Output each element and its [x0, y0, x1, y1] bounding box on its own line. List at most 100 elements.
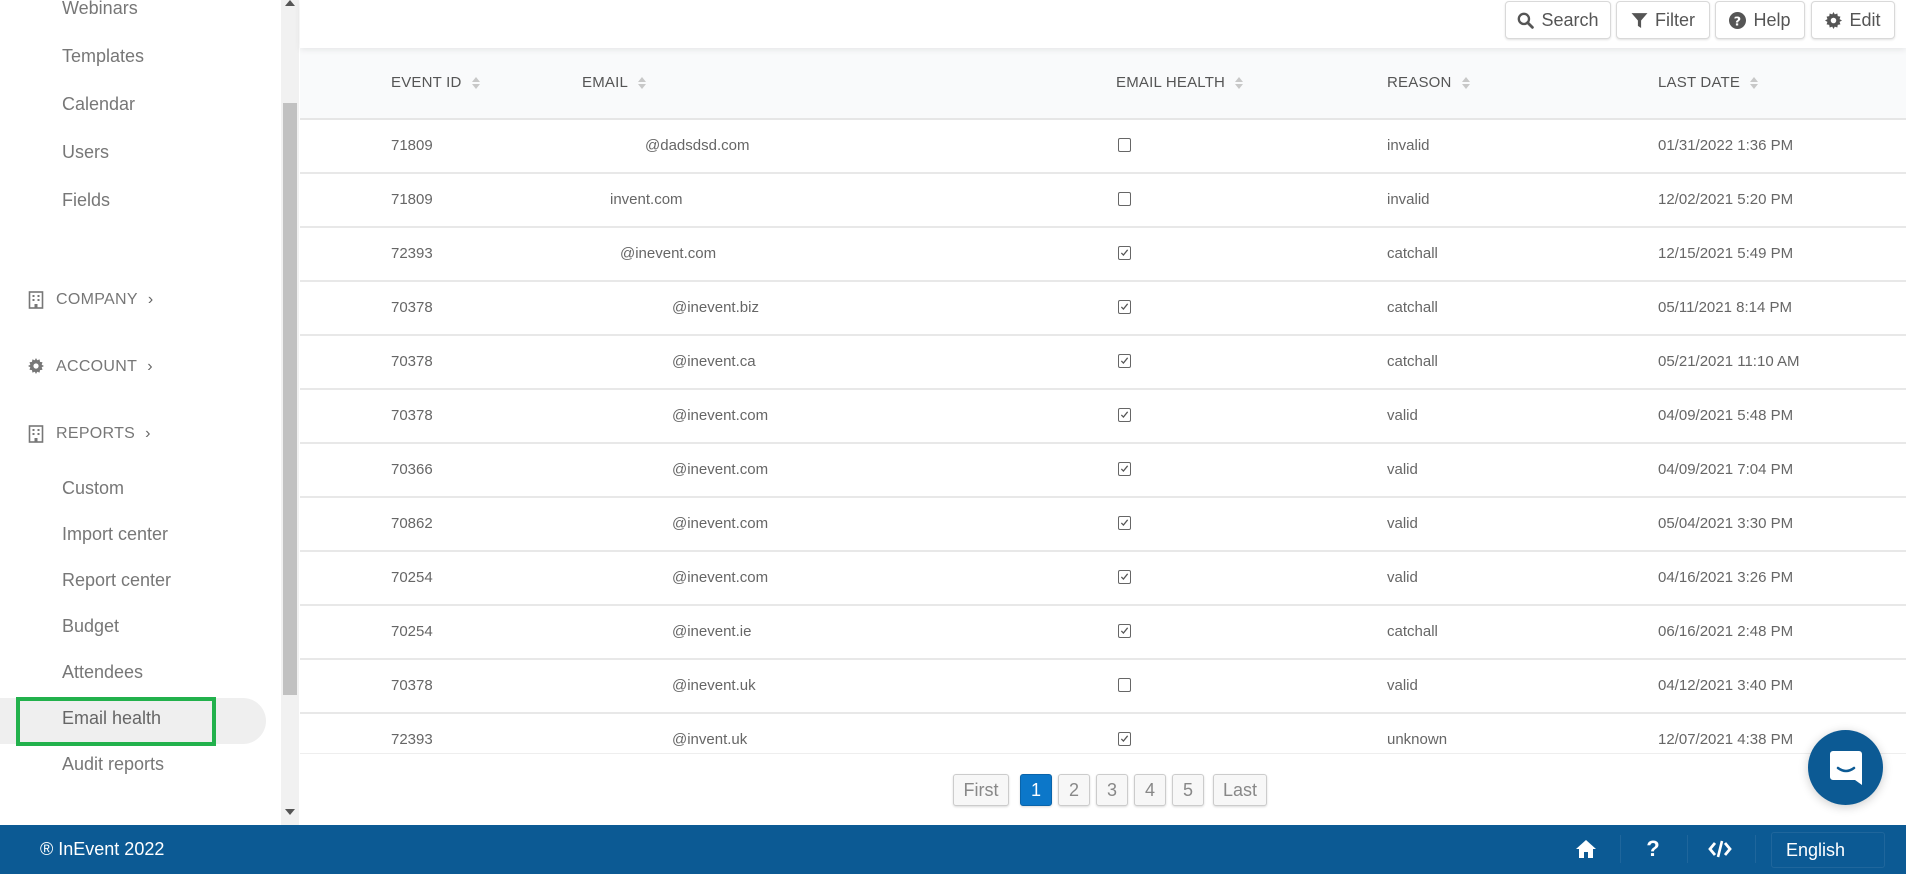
sidebar-item-webinars[interactable]: Webinars: [62, 0, 138, 19]
chevron-right-icon: ›: [147, 291, 154, 308]
checked-box-icon: [1118, 462, 1131, 476]
filter-label: Filter: [1655, 9, 1695, 30]
page-button-4[interactable]: 4: [1134, 774, 1166, 806]
sidebar-item-custom[interactable]: Custom: [62, 478, 124, 499]
sidebar-section-company[interactable]: COMPANY ›: [28, 291, 153, 309]
reason-cell: valid: [1387, 569, 1418, 586]
sidebar-section-account[interactable]: ACCOUNT ›: [28, 358, 153, 376]
footer: ® InEvent 2022 ? English: [0, 825, 1906, 874]
last-date-cell: 04/09/2021 5:48 PM: [1658, 407, 1794, 424]
table-header: EVENT ID EMAIL EMAIL HEALTH REASON LAST …: [300, 48, 1906, 120]
sidebar-section-label: REPORTS: [56, 425, 136, 442]
checked-box-icon: [1118, 624, 1131, 638]
sidebar-item-fields[interactable]: Fields: [62, 190, 110, 211]
sidebar-item-import-center[interactable]: Import center: [62, 524, 168, 545]
table-row[interactable]: 72393 @invent.uk unknown 12/07/2021 4:38 PM: [300, 714, 1906, 753]
email-cell: @inevent.ie: [672, 623, 752, 640]
scrollbar-thumb[interactable]: [283, 103, 297, 695]
search-button[interactable]: Search: [1505, 1, 1611, 39]
column-header-reason[interactable]: REASON: [1387, 74, 1470, 91]
building-icon: [28, 291, 44, 309]
sidebar-section-reports[interactable]: REPORTS ›: [28, 425, 151, 443]
scroll-down-arrow-icon[interactable]: [285, 809, 295, 815]
table-row[interactable]: 70378 @inevent.uk valid 04/12/2021 3:40 PM: [300, 660, 1906, 714]
last-date-cell: 06/16/2021 2:48 PM: [1658, 623, 1794, 640]
page-button-2[interactable]: 2: [1058, 774, 1090, 806]
unchecked-box-icon: [1118, 192, 1131, 206]
email-cell: @inevent.com: [672, 461, 769, 478]
sidebar-item-attendees[interactable]: Attendees: [62, 662, 143, 683]
event-id-cell: 70862: [391, 515, 433, 532]
home-icon[interactable]: [1574, 837, 1598, 861]
svg-text:?: ?: [1734, 14, 1741, 29]
edit-button[interactable]: Edit: [1811, 1, 1895, 39]
checked-box-icon: [1118, 516, 1131, 530]
table-row[interactable]: 70378 @inevent.com valid 04/09/2021 5:48 PM: [300, 390, 1906, 444]
checked-box-icon: [1118, 354, 1131, 368]
chat-icon: [1829, 750, 1862, 785]
table-row[interactable]: 70254 @inevent.com valid 04/16/2021 3:26 PM: [300, 552, 1906, 606]
question-icon[interactable]: ?: [1641, 836, 1665, 861]
event-id-cell: 70254: [391, 623, 433, 640]
reason-cell: valid: [1387, 677, 1418, 694]
sidebar-scrollbar[interactable]: [281, 0, 299, 825]
column-header-event-id[interactable]: EVENT ID: [391, 74, 480, 91]
column-label: REASON: [1387, 74, 1452, 91]
toolbar: Search Filter ? Help Edit: [300, 0, 1906, 48]
first-page-button[interactable]: First: [953, 774, 1009, 806]
last-date-cell: 05/11/2021 8:14 PM: [1658, 299, 1792, 316]
table-row[interactable]: 71809 invent.com invalid 12/02/2021 5:20 PM: [300, 174, 1906, 228]
column-header-email[interactable]: EMAIL: [582, 74, 647, 91]
column-label: EVENT ID: [391, 74, 462, 91]
reason-cell: catchall: [1387, 623, 1438, 640]
event-id-cell: 70378: [391, 407, 433, 424]
page-button-3[interactable]: 3: [1096, 774, 1128, 806]
email-cell: @dadsdsd.com: [645, 137, 750, 154]
sort-icon: [471, 76, 480, 89]
chevron-right-icon: ›: [145, 425, 151, 442]
table-body: 71809 @dadsdsd.com invalid 01/31/2022 1:36 …: [300, 120, 1906, 753]
sidebar: Webinars Templates Calendar Users Fields…: [0, 0, 280, 825]
sidebar-item-audit-reports[interactable]: Audit reports: [62, 754, 164, 775]
language-selector[interactable]: English: [1771, 832, 1885, 868]
table-row[interactable]: 70378 @inevent.ca catchall 05/21/2021 11:10…: [300, 336, 1906, 390]
reason-cell: catchall: [1387, 245, 1438, 262]
sidebar-section-label: COMPANY: [56, 291, 138, 308]
checked-box-icon: [1118, 246, 1131, 260]
unchecked-box-icon: [1118, 678, 1131, 692]
question-circle-icon: ?: [1729, 11, 1747, 29]
page-button-1[interactable]: 1: [1020, 774, 1052, 806]
sidebar-item-templates[interactable]: Templates: [62, 46, 144, 67]
sidebar-item-users[interactable]: Users: [62, 142, 109, 163]
reason-cell: unknown: [1387, 731, 1448, 748]
filter-button[interactable]: Filter: [1616, 1, 1710, 39]
column-header-last-date[interactable]: LAST DATE: [1658, 74, 1759, 91]
chat-widget-button[interactable]: [1808, 730, 1883, 805]
pagination: First 1 2 3 4 5 Last: [300, 753, 1906, 825]
table-row[interactable]: 71809 @dadsdsd.com invalid 01/31/2022 1:36 …: [300, 120, 1906, 174]
help-button[interactable]: ? Help: [1715, 1, 1805, 39]
sort-icon: [1235, 76, 1244, 89]
table-row[interactable]: 72393 @inevent.com catchall 12/15/2021 5:49…: [300, 228, 1906, 282]
sort-icon: [1750, 76, 1759, 89]
table-row[interactable]: 70378 @inevent.biz catchall 05/11/2021 8:14…: [300, 282, 1906, 336]
sidebar-section-label: ACCOUNT: [56, 358, 138, 375]
sidebar-item-calendar[interactable]: Calendar: [62, 94, 135, 115]
sidebar-item-budget[interactable]: Budget: [62, 616, 119, 637]
sidebar-item-report-center[interactable]: Report center: [62, 570, 171, 591]
scroll-up-arrow-icon[interactable]: [285, 0, 295, 6]
event-id-cell: 71809: [391, 191, 433, 208]
last-date-cell: 05/04/2021 3:30 PM: [1658, 515, 1794, 532]
column-header-email-health[interactable]: EMAIL HEALTH: [1116, 74, 1244, 91]
last-page-button[interactable]: Last: [1213, 774, 1267, 806]
table-row[interactable]: 70862 @inevent.com valid 05/04/2021 3:30 PM: [300, 498, 1906, 552]
footer-divider: [1620, 835, 1621, 863]
table-row[interactable]: 70366 @inevent.com valid 04/09/2021 7:04 PM: [300, 444, 1906, 498]
last-date-cell: 01/31/2022 1:36 PM: [1658, 137, 1794, 154]
code-icon[interactable]: [1708, 837, 1732, 861]
email-cell: @invent.uk: [672, 731, 748, 748]
page-button-5[interactable]: 5: [1172, 774, 1204, 806]
table-row[interactable]: 70254 @inevent.ie catchall 06/16/2021 2:48 …: [300, 606, 1906, 660]
chevron-right-icon: ›: [147, 358, 153, 375]
email-cell: @inevent.uk: [672, 677, 756, 694]
